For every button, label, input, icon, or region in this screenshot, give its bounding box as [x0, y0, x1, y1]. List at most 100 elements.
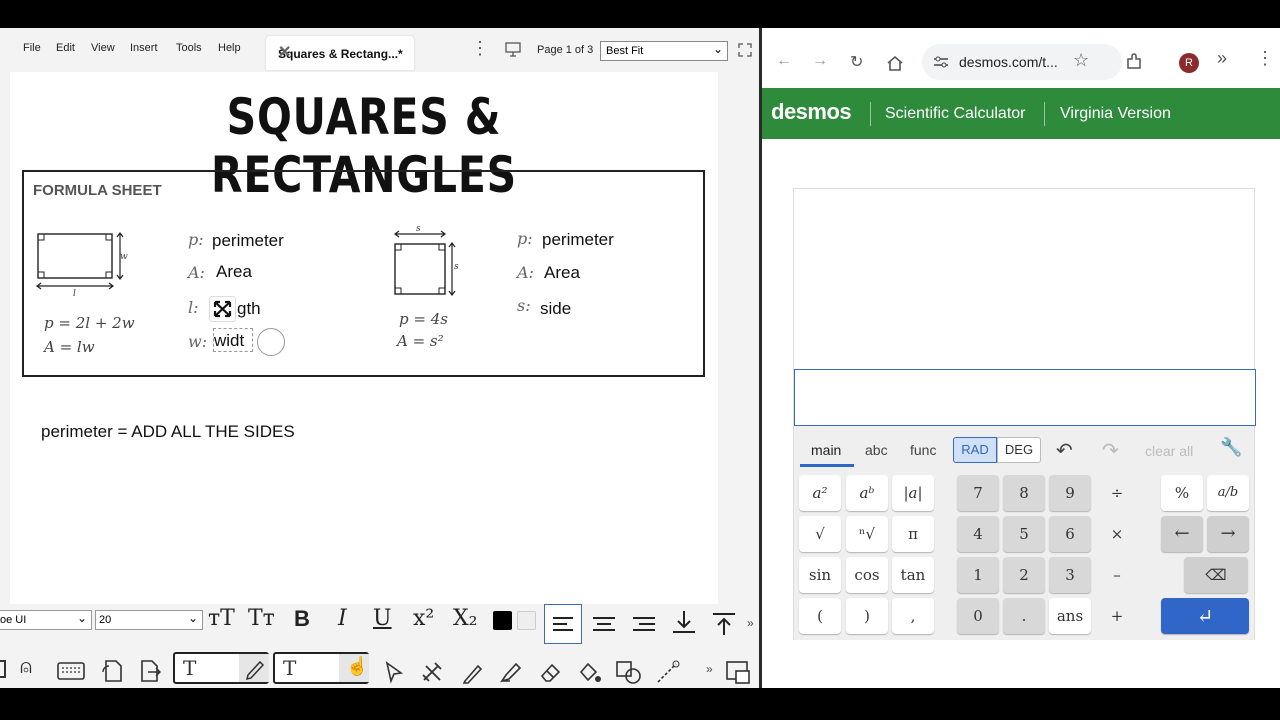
keyboard-icon[interactable]: [57, 660, 85, 682]
wrench-icon[interactable]: 🔧: [1220, 437, 1242, 458]
reload-icon[interactable]: ↻: [850, 52, 863, 72]
key-9[interactable]: 9: [1049, 475, 1091, 511]
menu-view[interactable]: View: [91, 42, 115, 54]
align-left-button[interactable]: [544, 604, 582, 644]
key-decimal[interactable]: .: [1003, 598, 1045, 634]
zoom-select[interactable]: Best Fit ⌄: [600, 41, 728, 61]
font-family-select[interactable]: oe UI ⌄: [0, 610, 92, 630]
font-size-select[interactable]: 20 ⌄: [95, 610, 203, 630]
edit-text-button[interactable]: [239, 654, 269, 682]
more-chevron-icon[interactable]: »: [747, 616, 754, 630]
subscript-icon[interactable]: X₂: [453, 606, 477, 631]
menu-tools[interactable]: Tools: [176, 42, 202, 54]
key-sin[interactable]: sin: [799, 557, 841, 593]
pen-icon[interactable]: [460, 660, 484, 684]
key-7[interactable]: 7: [957, 475, 999, 511]
user-swap-icon[interactable]: ⍝: [20, 656, 32, 679]
text-tool-group[interactable]: T: [173, 652, 269, 684]
key-nth-root[interactable]: ⁿ√: [846, 516, 888, 552]
deg-button[interactable]: DEG: [997, 437, 1041, 463]
highlight-color-swatch[interactable]: [517, 611, 536, 630]
menu-vertical-icon[interactable]: ⋮: [1256, 48, 1274, 69]
page-rotate-icon[interactable]: [100, 658, 124, 684]
bold-button[interactable]: B: [294, 606, 310, 632]
fullscreen-icon[interactable]: [738, 43, 752, 57]
key-square[interactable]: a²: [799, 475, 841, 511]
key-abs[interactable]: |a|: [892, 475, 934, 511]
key-2[interactable]: 2: [1003, 557, 1045, 593]
desmos-logo[interactable]: desmos: [771, 99, 852, 125]
key-right-paren[interactable]: ): [846, 598, 888, 634]
key-enter[interactable]: ↵: [1161, 598, 1249, 634]
key-right-arrow[interactable]: →: [1207, 516, 1249, 552]
superscript-icon[interactable]: x²: [413, 606, 434, 631]
key-power[interactable]: aᵇ: [846, 475, 888, 511]
avatar[interactable]: R: [1179, 53, 1199, 73]
nav-scientific-calculator[interactable]: Scientific Calculator: [885, 105, 1026, 123]
eraser-icon[interactable]: [538, 660, 562, 684]
bookmark-star-icon[interactable]: ☆: [1073, 50, 1089, 71]
increase-font-icon[interactable]: тT: [208, 606, 235, 631]
redo-icon[interactable]: ↷: [1102, 438, 1119, 463]
key-left-arrow[interactable]: ←: [1161, 516, 1203, 552]
back-arrow-icon[interactable]: ←: [776, 52, 792, 70]
undo-icon[interactable]: ↶: [1056, 438, 1073, 463]
key-tan[interactable]: tan: [892, 557, 934, 593]
key-6[interactable]: 6: [1049, 516, 1091, 552]
address-bar[interactable]: desmos.com/t...: [922, 44, 1122, 80]
key-plus[interactable]: +: [1096, 598, 1138, 634]
screen-capture-icon[interactable]: [724, 658, 752, 686]
key-1[interactable]: 1: [957, 557, 999, 593]
more-vertical-icon[interactable]: ⋮: [471, 38, 489, 59]
more-chevron-icon[interactable]: »: [706, 662, 713, 676]
text-edit-box[interactable]: widt: [213, 328, 253, 352]
text-tool-icon[interactable]: T: [183, 656, 196, 680]
document-tab[interactable]: Squares & Rectang...* ✕: [266, 36, 414, 70]
key-percent[interactable]: %: [1161, 475, 1203, 511]
site-settings-icon[interactable]: [933, 55, 949, 69]
hand-tool-button[interactable]: ☝: [339, 654, 369, 682]
key-left-paren[interactable]: (: [799, 598, 841, 634]
key-multiply[interactable]: ×: [1096, 516, 1138, 552]
key-comma[interactable]: ,: [892, 598, 934, 634]
line-tool-icon[interactable]: [654, 658, 682, 686]
align-top-icon[interactable]: [708, 605, 740, 641]
page-export-icon[interactable]: [138, 658, 162, 684]
key-sqrt[interactable]: √: [799, 516, 841, 552]
text-color-swatch[interactable]: [493, 611, 512, 630]
key-0[interactable]: 0: [957, 598, 999, 634]
text-hand-tool-group[interactable]: T ☝: [273, 652, 369, 684]
key-minus[interactable]: –: [1096, 557, 1138, 593]
tools-icon[interactable]: [420, 660, 446, 684]
move-handle[interactable]: [209, 296, 236, 322]
clear-all-button[interactable]: clear all: [1145, 443, 1193, 459]
highlighter-icon[interactable]: [498, 660, 522, 684]
key-8[interactable]: 8: [1003, 475, 1045, 511]
tab-func[interactable]: func: [910, 442, 936, 458]
key-fraction[interactable]: a/b: [1207, 475, 1249, 511]
key-3[interactable]: 3: [1049, 557, 1091, 593]
key-backspace[interactable]: ⌫: [1184, 557, 1248, 593]
decrease-font-icon[interactable]: Tт: [248, 606, 275, 631]
align-bottom-icon[interactable]: [668, 605, 700, 641]
menu-insert[interactable]: Insert: [130, 42, 158, 54]
rad-button[interactable]: RAD: [953, 437, 997, 463]
key-4[interactable]: 4: [957, 516, 999, 552]
menu-edit[interactable]: Edit: [56, 42, 75, 54]
expression-input[interactable]: [794, 369, 1256, 426]
tab-abc[interactable]: abc: [865, 442, 888, 458]
key-divide[interactable]: ÷: [1096, 475, 1138, 511]
tab-main[interactable]: main: [811, 442, 841, 458]
align-right-icon[interactable]: [628, 605, 660, 641]
angle-mode-toggle[interactable]: RAD DEG: [953, 437, 1069, 463]
italic-button[interactable]: I: [338, 606, 347, 631]
panel-icon[interactable]: [0, 660, 6, 678]
underline-button[interactable]: U: [373, 606, 392, 631]
key-cos[interactable]: cos: [846, 557, 888, 593]
nav-virginia-version[interactable]: Virginia Version: [1060, 105, 1171, 123]
align-center-icon[interactable]: [588, 605, 620, 641]
shapes-icon[interactable]: [614, 658, 644, 686]
extensions-icon[interactable]: [1125, 53, 1143, 71]
fill-bucket-icon[interactable]: [576, 660, 602, 684]
menu-help[interactable]: Help: [218, 42, 241, 54]
